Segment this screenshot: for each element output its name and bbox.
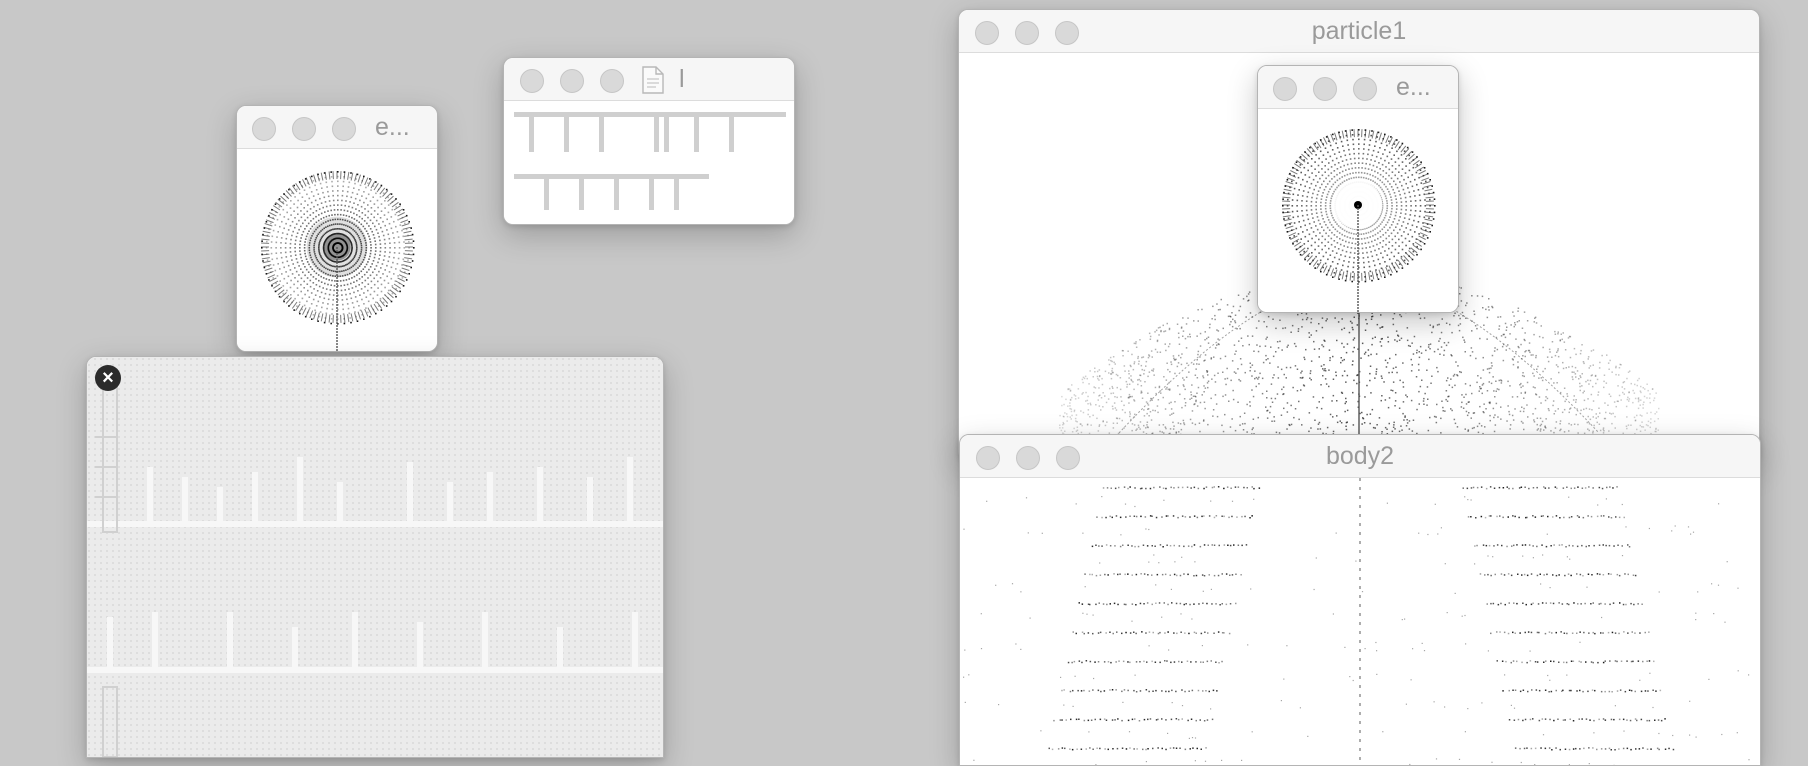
particle1-titlebar[interactable]: particle1 xyxy=(959,10,1759,53)
emitter-window-left-title: e... xyxy=(375,106,430,148)
zoom-button[interactable] xyxy=(600,69,624,93)
emitter-window-left[interactable]: e... xyxy=(236,105,438,352)
text-window-canvas xyxy=(504,101,794,224)
text-window-titlebar[interactable]: l xyxy=(504,58,794,101)
minimize-button[interactable] xyxy=(292,117,316,141)
particle-sphere-dark xyxy=(237,149,437,351)
body2-titlebar[interactable]: body2 xyxy=(960,435,1760,478)
body2-canvas xyxy=(960,478,1760,765)
body2-window[interactable]: body2 xyxy=(959,434,1761,766)
close-button[interactable] xyxy=(1273,77,1297,101)
emitter-right-canvas xyxy=(1258,109,1458,312)
close-icon[interactable]: × xyxy=(95,365,121,391)
emitter-window-right[interactable]: e... xyxy=(1257,65,1459,313)
document-icon xyxy=(642,66,664,94)
minimize-button[interactable] xyxy=(560,69,584,93)
particle-sphere-light xyxy=(1258,109,1458,312)
pattern-canvas xyxy=(87,357,663,757)
emitter-left-canvas xyxy=(237,149,437,351)
text-window[interactable]: l xyxy=(503,57,795,225)
pattern-window[interactable] xyxy=(86,356,664,758)
emitter-window-left-titlebar[interactable]: e... xyxy=(237,106,437,149)
minimize-button[interactable] xyxy=(1313,77,1337,101)
text-window-title: l xyxy=(679,58,709,100)
body2-title: body2 xyxy=(960,435,1760,477)
zoom-button[interactable] xyxy=(1353,77,1377,101)
emitter-window-right-title: e... xyxy=(1396,66,1451,108)
zoom-button[interactable] xyxy=(332,117,356,141)
particle1-title: particle1 xyxy=(959,10,1759,52)
close-button[interactable] xyxy=(252,117,276,141)
close-button[interactable] xyxy=(520,69,544,93)
emitter-window-right-titlebar[interactable]: e... xyxy=(1258,66,1458,109)
